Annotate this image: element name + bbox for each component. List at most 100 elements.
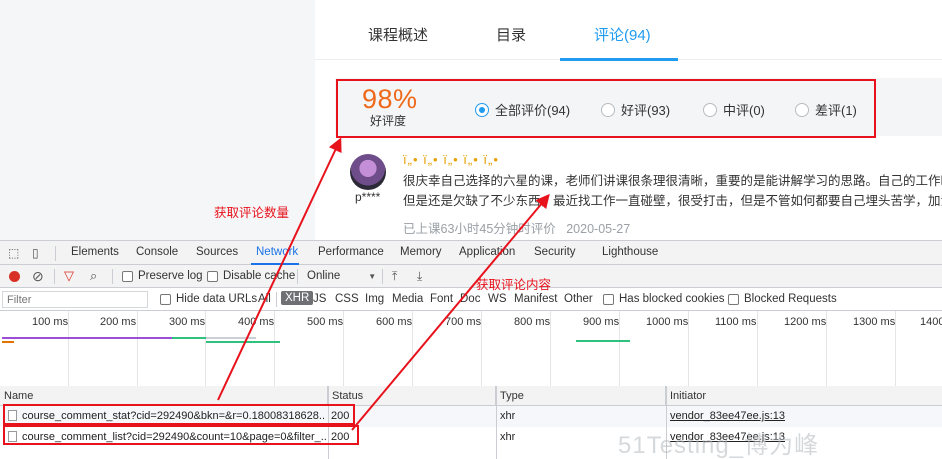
- chevron-down-icon: ▼: [368, 271, 377, 281]
- annotation-get-content: 获取评论内容: [476, 278, 552, 292]
- comment-username: p****: [355, 190, 381, 204]
- hide-data-urls-checkbox[interactable]: Hide data URLs: [160, 293, 257, 305]
- timeline-request-bar: [172, 337, 206, 339]
- tab-catalog[interactable]: 目录: [496, 24, 526, 45]
- request-type: xhr: [500, 431, 516, 443]
- blocked-requests-checkbox[interactable]: Blocked Requests: [728, 293, 837, 305]
- preserve-log-label: Preserve log: [138, 270, 203, 282]
- timeline-tick: 400 ms: [238, 316, 275, 328]
- devtools-tabbar: ⬚ ▯ Elements Console Sources Network Per…: [0, 241, 942, 265]
- export-har-icon[interactable]: ⤓: [417, 270, 422, 282]
- divider: [55, 246, 56, 261]
- import-har-icon[interactable]: ⤒: [392, 270, 397, 282]
- search-icon[interactable]: ⌕: [90, 269, 97, 282]
- checkbox-icon: [207, 270, 218, 282]
- timeline-tick: 300 ms: [169, 316, 206, 328]
- course-tabs: 课程概述 目录 评论(94): [315, 12, 942, 60]
- disable-cache-label: Disable cache: [223, 270, 296, 282]
- gridline: [274, 311, 275, 393]
- annotation-get-count: 获取评论数量: [214, 206, 290, 220]
- type-filter-manifest[interactable]: Manifest: [514, 293, 557, 305]
- inspect-element-icon[interactable]: ⬚: [8, 247, 19, 259]
- dt-tab-console[interactable]: Console: [136, 246, 178, 258]
- active-tab-indicator: [560, 58, 678, 61]
- type-filter-js[interactable]: JS: [313, 293, 326, 305]
- timeline-tick: 500 ms: [307, 316, 344, 328]
- network-filter-bar: Hide data URLs All XHR JS CSS Img Media …: [0, 288, 942, 311]
- dt-tab-elements[interactable]: Elements: [71, 246, 119, 258]
- timeline-tick: 800 ms: [514, 316, 551, 328]
- divider: [276, 292, 277, 307]
- timeline-tick: 600 ms: [376, 316, 413, 328]
- dt-tab-application[interactable]: Application: [459, 246, 515, 258]
- gridline: [619, 311, 620, 393]
- record-icon[interactable]: [9, 271, 20, 282]
- divider: [297, 269, 298, 284]
- gridline: [550, 311, 551, 393]
- column-header-type[interactable]: Type: [496, 386, 666, 406]
- tab-comments[interactable]: 评论(94): [594, 24, 651, 45]
- gridline: [343, 311, 344, 393]
- comment-study-time: 已上课63小时45分钟时评价: [403, 222, 556, 236]
- type-filter-img[interactable]: Img: [365, 293, 384, 305]
- has-blocked-cookies-label: Has blocked cookies: [619, 293, 725, 305]
- filter-input[interactable]: [2, 291, 148, 308]
- filter-icon[interactable]: ▽: [64, 269, 74, 282]
- gridline: [68, 311, 69, 393]
- timeline-request-bar: [206, 341, 280, 343]
- type-filter-xhr[interactable]: XHR: [281, 291, 314, 305]
- type-filter-css[interactable]: CSS: [335, 293, 359, 305]
- comment-meta: 已上课63小时45分钟时评价 2020-05-27: [403, 218, 630, 237]
- timeline-request-bar: [206, 337, 256, 339]
- gridline: [205, 311, 206, 393]
- type-filter-media[interactable]: Media: [392, 293, 423, 305]
- timeline-tick: 1100 ms: [715, 316, 757, 328]
- dt-tab-performance[interactable]: Performance: [318, 246, 384, 258]
- comment-text: 很庆幸自己选择的六星的课，老师们讲课很条理很清晰，重要的是能讲解学习的思路。自己…: [403, 171, 942, 211]
- gridline: [757, 311, 758, 393]
- comment-display-name: ï„• ï„• ï„• ï„• ï„•: [403, 152, 499, 167]
- timeline-tick: 200 ms: [100, 316, 137, 328]
- gridline: [481, 311, 482, 393]
- type-filter-ws[interactable]: WS: [488, 293, 507, 305]
- column-divider: [496, 386, 497, 459]
- timeline-request-bar: [2, 337, 172, 339]
- has-blocked-cookies-checkbox[interactable]: Has blocked cookies: [603, 293, 724, 305]
- watermark: 51Testing_博为峰: [618, 432, 820, 459]
- column-header-status[interactable]: Status: [328, 386, 496, 406]
- checkbox-icon: [603, 293, 614, 305]
- tab-overview[interactable]: 课程概述: [368, 24, 428, 45]
- dt-tab-lighthouse[interactable]: Lighthouse: [602, 246, 658, 258]
- clear-icon[interactable]: ⊘: [32, 269, 44, 283]
- type-filter-other[interactable]: Other: [564, 293, 593, 305]
- timeline-tick: 700 ms: [445, 316, 482, 328]
- comment-date: 2020-05-27: [566, 222, 631, 236]
- column-header-name[interactable]: Name: [0, 386, 328, 406]
- gridline: [412, 311, 413, 393]
- blocked-requests-label: Blocked Requests: [744, 293, 837, 305]
- timeline-request-bar: [2, 341, 14, 343]
- timeline-tick: 1400: [920, 316, 942, 328]
- stat-request-highlight-box: [3, 404, 355, 425]
- throttling-select[interactable]: Online ▼: [307, 270, 376, 282]
- device-toolbar-icon[interactable]: ▯: [32, 247, 39, 259]
- request-type: xhr: [500, 410, 516, 422]
- request-initiator-link[interactable]: vendor_83ee47ee.js:13: [670, 406, 785, 427]
- comment-line-1: 很庆幸自己选择的六星的课，老师们讲课很条理很清晰，重要的是能讲解学习的思路。自己…: [403, 174, 942, 188]
- disable-cache-checkbox[interactable]: Disable cache: [207, 270, 295, 282]
- network-overview-timeline[interactable]: 100 ms 200 ms 300 ms 400 ms 500 ms 600 m…: [0, 311, 942, 393]
- dt-tab-memory[interactable]: Memory: [400, 246, 442, 258]
- dt-tab-security[interactable]: Security: [534, 246, 576, 258]
- type-filter-font[interactable]: Font: [430, 293, 453, 305]
- type-filter-doc[interactable]: Doc: [460, 293, 480, 305]
- column-header-initiator[interactable]: Initiator: [666, 386, 942, 406]
- timeline-tick: 1200 ms: [784, 316, 827, 328]
- hide-data-urls-label: Hide data URLs: [176, 293, 258, 305]
- avatar: [350, 154, 386, 190]
- type-filter-all[interactable]: All: [258, 293, 271, 305]
- dt-tab-network[interactable]: Network: [256, 246, 298, 258]
- timeline-tick: 100 ms: [32, 316, 69, 328]
- timeline-tick: 1000 ms: [646, 316, 689, 328]
- dt-tab-sources[interactable]: Sources: [196, 246, 238, 258]
- preserve-log-checkbox[interactable]: Preserve log: [122, 270, 203, 282]
